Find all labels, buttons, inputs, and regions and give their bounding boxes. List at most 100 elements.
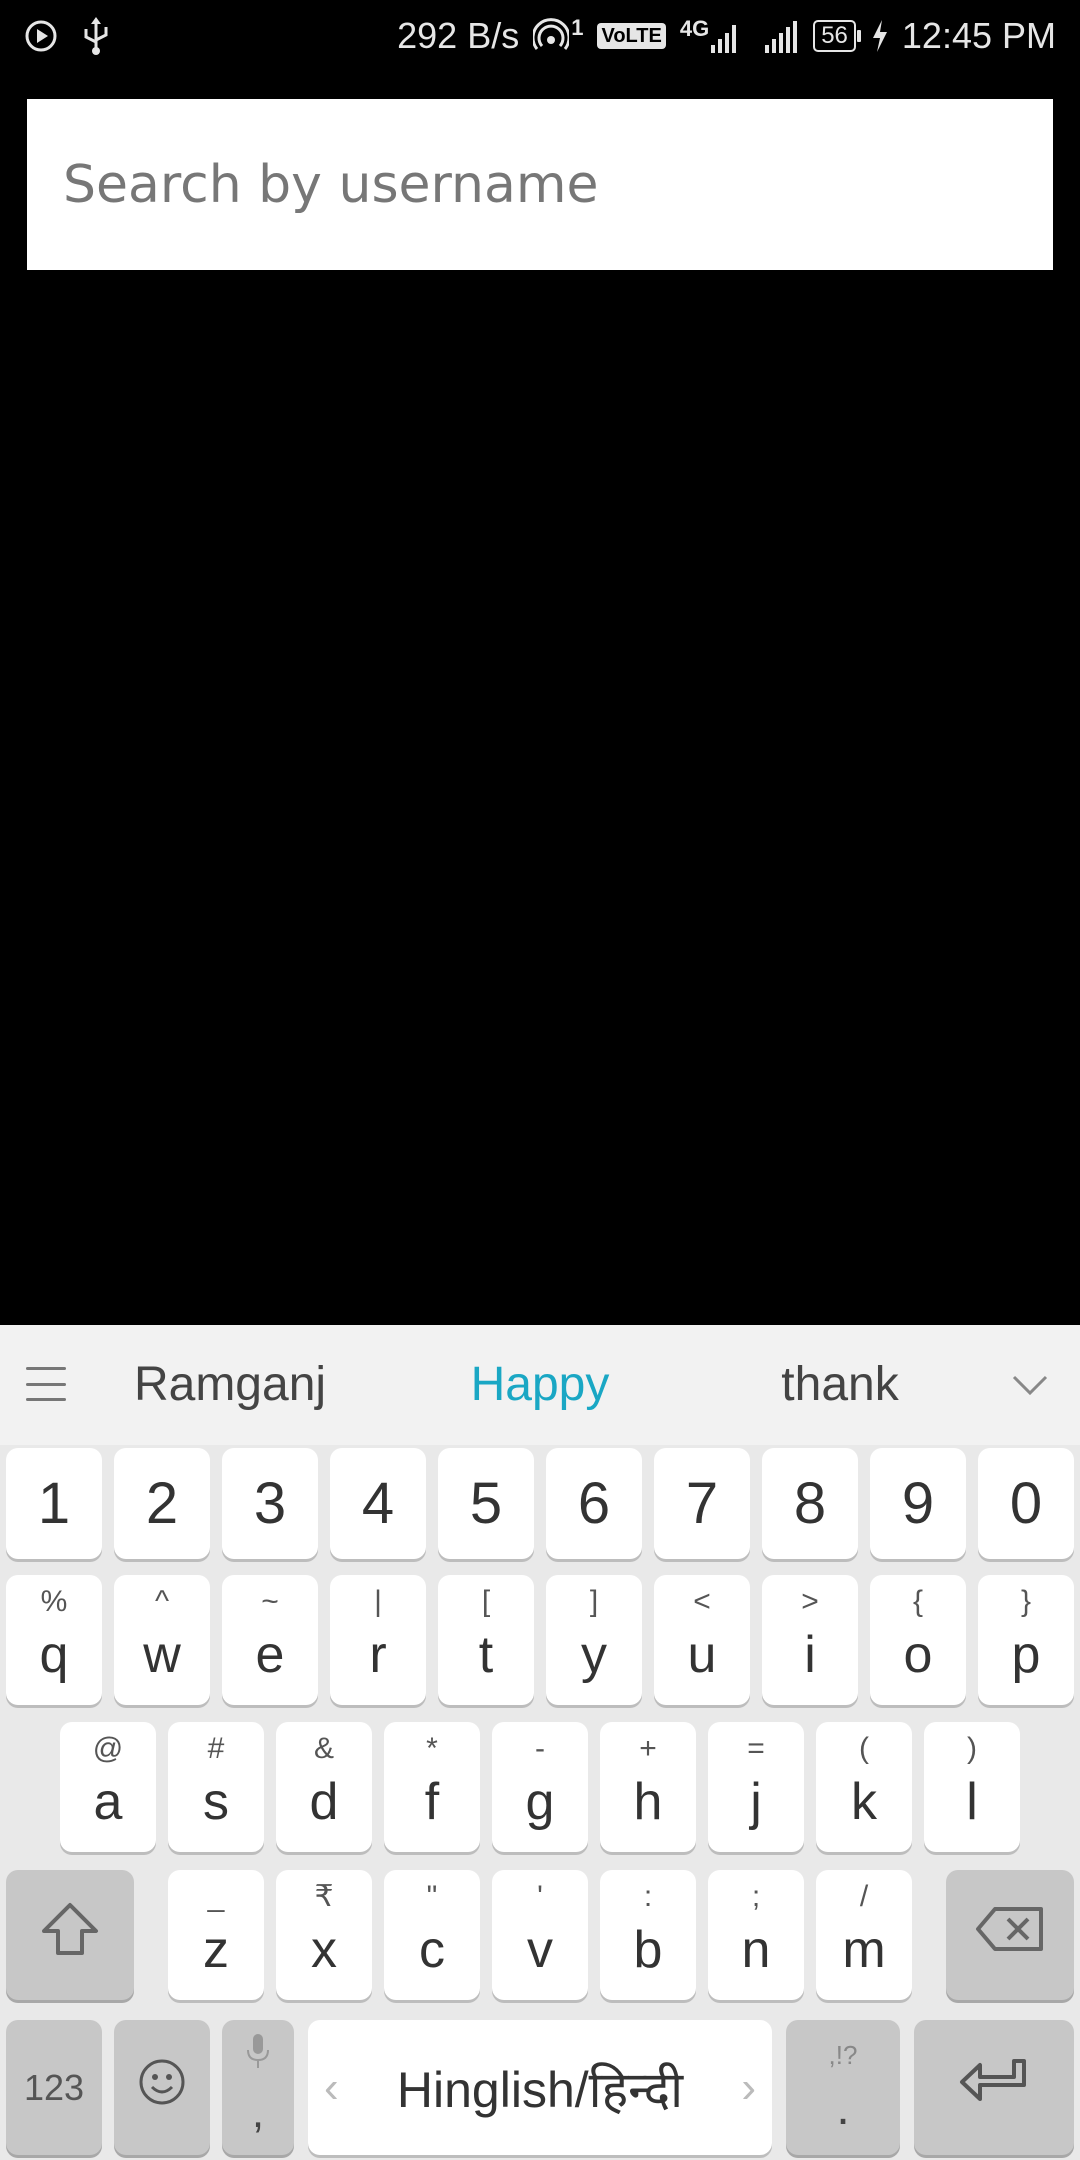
key-hint: ~ — [261, 1585, 279, 1618]
key-hint: - — [535, 1732, 545, 1765]
key-hint: } — [1020, 1585, 1032, 1618]
key-v[interactable]: ' v — [492, 1870, 588, 2000]
backspace-key[interactable] — [946, 1870, 1074, 2000]
key-1[interactable]: 1 — [6, 1448, 102, 1559]
key-g[interactable]: -g — [492, 1722, 588, 1852]
key-hint: > — [801, 1585, 819, 1618]
keyboard-menu-icon[interactable] — [26, 1367, 66, 1401]
key-f[interactable]: * f — [384, 1722, 480, 1852]
key-label: p — [1011, 1626, 1041, 1684]
key-label: x — [311, 1921, 337, 1979]
symbols-key-label: 123 — [23, 2066, 85, 2108]
hotspot-count: 1 — [571, 15, 584, 40]
key-6[interactable]: 6 — [546, 1448, 642, 1559]
key-m[interactable]: / m — [816, 1870, 912, 2000]
key-label: 9 — [901, 1470, 935, 1536]
key-label: a — [93, 1773, 123, 1831]
voice-comma-key[interactable]: , — [222, 2020, 294, 2155]
key-label: y — [581, 1626, 607, 1684]
chevron-down-icon[interactable] — [1010, 1365, 1050, 1405]
key-o[interactable]: {o — [870, 1575, 966, 1705]
status-bar: 292 B/s 1 VoLTE 4G 56 12:45 PM — [0, 0, 1080, 72]
key-label: 1 — [37, 1470, 71, 1536]
key-w[interactable]: ^ w — [114, 1575, 210, 1705]
key-0[interactable]: 0 — [978, 1448, 1074, 1559]
key-2[interactable]: 2 — [114, 1448, 210, 1559]
suggestion-item-primary[interactable]: Happy — [420, 1325, 660, 1445]
key-4[interactable]: 4 — [330, 1448, 426, 1559]
key-k[interactable]: (k — [816, 1722, 912, 1852]
key-i[interactable]: > i — [762, 1575, 858, 1705]
key-label: 7 — [685, 1470, 719, 1536]
smiley-icon — [114, 2057, 210, 2119]
key-hint: ^ — [154, 1585, 170, 1618]
key-hint: % — [40, 1585, 68, 1618]
suggestion-item[interactable]: Ramganj — [110, 1325, 350, 1445]
search-input[interactable] — [61, 99, 1053, 270]
key-label: l — [966, 1773, 978, 1831]
key-label: 4 — [361, 1470, 395, 1536]
status-right: 292 B/s 1 VoLTE 4G 56 12:45 PM — [397, 15, 1056, 57]
key-label: r — [369, 1626, 387, 1684]
key-r[interactable]: | r — [330, 1575, 426, 1705]
key-label: n — [741, 1921, 771, 1979]
key-hint: { — [912, 1585, 924, 1618]
enter-key[interactable] — [914, 2020, 1074, 2155]
key-n[interactable]: ; n — [708, 1870, 804, 2000]
backspace-icon — [946, 1905, 1074, 1965]
key-h[interactable]: + h — [600, 1722, 696, 1852]
search-box[interactable] — [27, 99, 1053, 270]
network-speed: 292 B/s — [397, 15, 520, 56]
emoji-key[interactable] — [114, 2020, 210, 2155]
key-hint: = — [747, 1732, 765, 1765]
key-b[interactable]: :b — [600, 1870, 696, 2000]
key-3[interactable]: 3 — [222, 1448, 318, 1559]
comma-label: , — [251, 2088, 265, 2137]
key-label: 3 — [253, 1470, 287, 1536]
key-hint: / — [859, 1880, 869, 1913]
hotspot-icon — [533, 18, 570, 54]
key-8[interactable]: 8 — [762, 1448, 858, 1559]
shift-key[interactable] — [6, 1870, 134, 2000]
key-hint: ( — [859, 1732, 869, 1765]
period-key[interactable]: ,!? . — [786, 2020, 900, 2155]
key-label: b — [633, 1921, 663, 1979]
key-hint: ' — [537, 1880, 543, 1913]
key-label: k — [851, 1773, 877, 1831]
key-c[interactable]: " c — [384, 1870, 480, 2000]
key-label: e — [255, 1626, 285, 1684]
space-bar[interactable]: ‹ Hinglish/हिन्दी › — [308, 2020, 772, 2155]
suggestion-bar: Ramganj Happy thank — [0, 1325, 1080, 1445]
key-a[interactable]: @ a — [60, 1722, 156, 1852]
shift-icon — [6, 1901, 134, 1969]
suggestion-item[interactable]: thank — [720, 1325, 960, 1445]
space-bar-label: Hinglish/हिन्दी — [396, 2061, 684, 2118]
chevron-right-icon: › — [741, 2062, 756, 2112]
key-z[interactable]: _ z — [168, 1870, 264, 2000]
key-t[interactable]: [t — [438, 1575, 534, 1705]
key-label: i — [804, 1626, 816, 1684]
key-label: 5 — [469, 1470, 503, 1536]
key-x[interactable]: ₹ x — [276, 1870, 372, 2000]
key-y[interactable]: ] y — [546, 1575, 642, 1705]
key-label: 0 — [1009, 1470, 1043, 1536]
key-hint: < — [693, 1585, 711, 1618]
key-p[interactable]: } p — [978, 1575, 1074, 1705]
key-q[interactable]: % q — [6, 1575, 102, 1705]
key-7[interactable]: 7 — [654, 1448, 750, 1559]
key-hint: ₹ — [314, 1880, 334, 1913]
key-label: w — [143, 1626, 181, 1684]
key-l[interactable]: ) l — [924, 1722, 1020, 1852]
key-e[interactable]: ~ e — [222, 1575, 318, 1705]
key-u[interactable]: < u — [654, 1575, 750, 1705]
key-d[interactable]: & d — [276, 1722, 372, 1852]
period-key-label: . — [836, 2082, 850, 2135]
key-5[interactable]: 5 — [438, 1448, 534, 1559]
battery-icon: 56 — [813, 20, 861, 52]
key-label: v — [527, 1921, 553, 1979]
key-9[interactable]: 9 — [870, 1448, 966, 1559]
key-s[interactable]: # s — [168, 1722, 264, 1852]
symbols-key[interactable]: 123 — [6, 2020, 102, 2155]
key-j[interactable]: = j — [708, 1722, 804, 1852]
enter-icon — [914, 2055, 1074, 2121]
